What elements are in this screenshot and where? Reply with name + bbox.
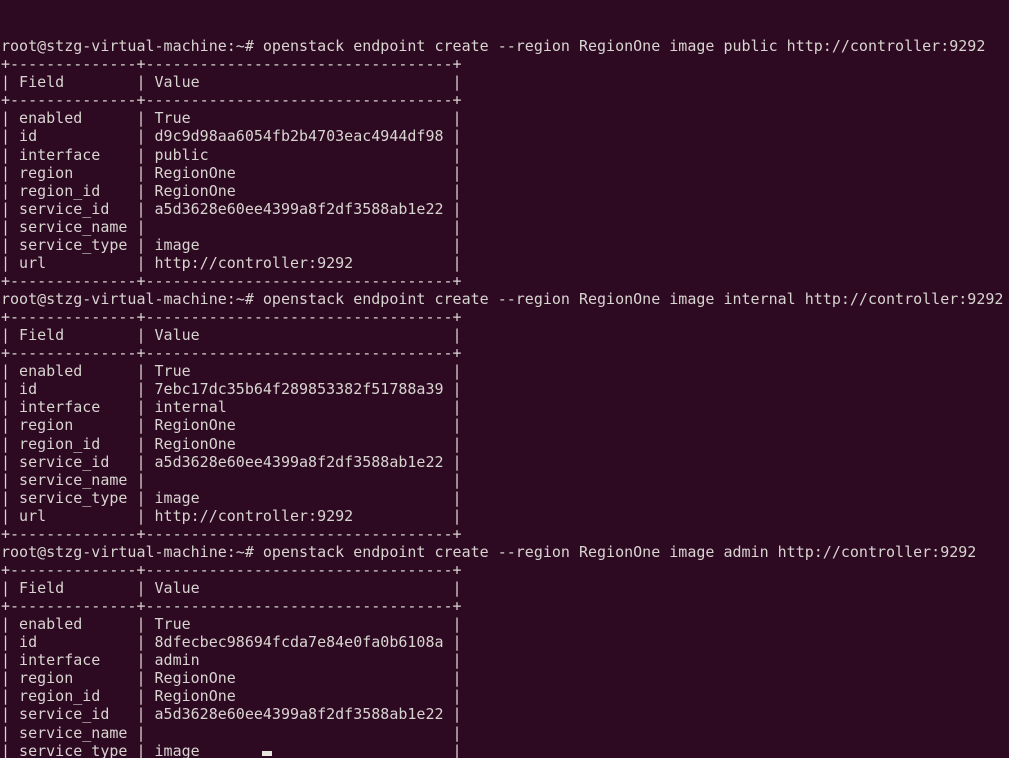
table-row: | service_id | a5d3628e60ee4399a8f2df358… [1,705,462,724]
table-row: | region_id | RegionOne | [1,181,462,200]
table-row: | id | 7ebc17dc35b64f289853382f51788a39 … [1,380,462,399]
terminal-screen[interactable]: root@stzg-virtual-machine:~# openstack e… [0,0,1009,758]
table-border: +--------------+------------------------… [1,55,462,74]
table-header-row: | Field | Value | [1,579,462,597]
table-row: | enabled | True | [1,109,462,128]
table-row: | service_id | a5d3628e60ee4399a8f2df358… [1,452,462,471]
table-row: | interface | admin | [1,651,462,670]
command-line: root@stzg-virtual-machine:~# openstack e… [1,37,986,56]
table-row: | service_type | image | [1,741,462,758]
command-line: root@stzg-virtual-machine:~# openstack e… [1,542,977,561]
table-header-row: | Field | Value | [1,73,462,92]
table-border: +--------------+------------------------… [1,597,462,616]
table-row: | service_name | | [1,217,462,236]
table-row: | region_id | RegionOne | [1,434,462,453]
table-border: +--------------+------------------------… [1,271,462,290]
table-row: | enabled | True | [1,362,462,381]
table-row: | url | http://controller:9292 | [1,253,462,272]
table-row: | service_name | | [1,723,462,742]
table-row: | region | RegionOne | [1,669,462,688]
table-header-row: | Field | Value | [1,326,462,345]
table-row: | region | RegionOne | [1,416,462,435]
table-row: | region_id | RegionOne | [1,687,462,706]
table-row: | id | 8dfecbec98694fcda7e84e0fa0b6108a … [1,633,462,652]
table-row: | service_id | a5d3628e60ee4399a8f2df358… [1,199,462,218]
table-row: | enabled | True | [1,615,462,634]
table-row: | id | d9c9d98aa6054fb2b4703eac4944df98 … [1,127,462,146]
table-row: | region | RegionOne | [1,163,462,182]
table-border: +--------------+------------------------… [1,91,462,110]
table-row: | service_type | image | [1,488,462,507]
text-cursor [262,751,272,756]
terminal-output: root@stzg-virtual-machine:~# openstack e… [1,37,1009,758]
table-row: | service_type | image | [1,235,462,254]
table-row: | interface | internal | [1,398,462,417]
table-border: +--------------+------------------------… [1,560,462,579]
table-border: +--------------+------------------------… [1,308,462,327]
table-row: | interface | public | [1,145,462,164]
command-line: root@stzg-virtual-machine:~# openstack e… [1,290,1004,308]
table-border: +--------------+------------------------… [1,524,462,543]
table-row: | service_name | | [1,470,462,489]
table-border: +--------------+------------------------… [1,344,462,363]
table-row: | url | http://controller:9292 | [1,506,462,525]
